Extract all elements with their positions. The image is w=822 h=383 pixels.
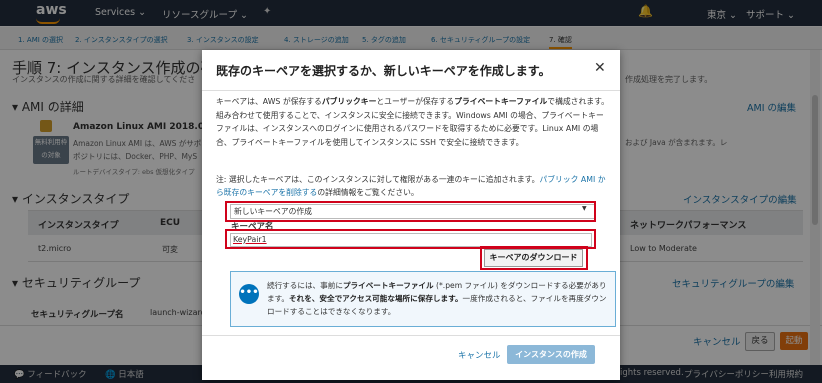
info-private-key: プライベートキーファイル: [342, 281, 434, 290]
info-save-safely: それを、安全でアクセス可能な場所に保存します。: [289, 294, 463, 303]
info-text: 続行するには、事前にプライベートキーファイル (*.pem ファイル) をダウン…: [267, 279, 607, 318]
desc-public-key: パブリックキー: [321, 97, 377, 106]
desc-part: とユーザーが保存する: [376, 97, 455, 106]
note-prefix: 注: 選択したキーペアは、このインスタンスに対して権限がある一連のキーに追加され…: [216, 175, 540, 184]
note-suffix: の詳細情報をご覧ください。: [317, 188, 419, 197]
dialog-header: 既存のキーペアを選択するか、新しいキーペアを作成します。 ✕: [202, 50, 620, 91]
create-instance-button[interactable]: インスタンスの作成: [507, 345, 595, 364]
dialog-footer-divider: [202, 335, 620, 336]
dialog-cancel-link[interactable]: キャンセル: [458, 349, 501, 361]
dialog-note: 注: 選択したキーペアは、このインスタンスに対して権限がある一連のキーに追加され…: [216, 173, 609, 199]
highlight-select: [225, 201, 596, 222]
keypair-dialog: 既存のキーペアを選択するか、新しいキーペアを作成します。 ✕ キーペアは、AWS…: [202, 50, 620, 380]
desc-private-key: プライベートキーファイル: [454, 97, 548, 106]
dialog-description: キーペアは、AWS が保存するパブリックキーとユーザーが保存するプライベートキー…: [216, 95, 609, 149]
close-icon[interactable]: ✕: [594, 60, 606, 76]
info-alert: ••• 続行するには、事前にプライベートキーファイル (*.pem ファイル) …: [230, 271, 616, 327]
dialog-title: 既存のキーペアを選択するか、新しいキーペアを作成します。: [216, 64, 551, 78]
highlight-download-button: [480, 246, 588, 270]
info-part: 続行するには、事前に: [267, 281, 343, 290]
desc-part: キーペアは、AWS が保存する: [216, 97, 322, 106]
chat-bubble-icon: •••: [239, 284, 259, 304]
